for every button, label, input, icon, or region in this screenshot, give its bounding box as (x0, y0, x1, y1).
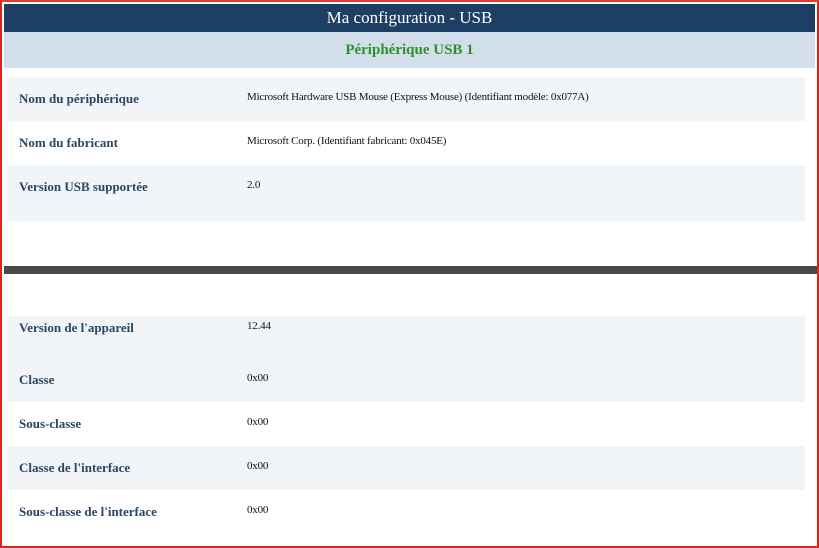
section-title: Périphérique USB 1 (345, 41, 474, 58)
row-label: Version de l'appareil (19, 320, 134, 335)
row-value: 12.44 (247, 320, 271, 332)
row-label: Nom du périphérique (19, 91, 139, 106)
row-value: 0x00 (247, 416, 269, 428)
table-row: Sous-classe 0x00 (8, 402, 805, 446)
row-label: Sous-classe (19, 416, 82, 431)
screenshot-frame: Ma configuration - USB Périphérique USB … (0, 0, 819, 548)
table-row: Version de l'appareil 12.44 (8, 316, 805, 358)
row-label: Sous-classe de l'interface (19, 504, 157, 519)
table-row: Classe 0x00 (8, 358, 805, 402)
table-row-spacer (8, 209, 805, 221)
table-row: Version USB supportée 2.0 (8, 165, 805, 209)
section-header: Périphérique USB 1 (4, 32, 815, 68)
table-row: Sous-classe de l'interface 0x00 (8, 490, 805, 534)
row-label: Classe (19, 372, 55, 387)
properties-table-top: Nom du périphérique Microsoft Hardware U… (8, 77, 805, 221)
row-value: 0x00 (247, 460, 269, 472)
window-title-bar: Ma configuration - USB (4, 4, 815, 32)
top-accent-line (2, 0, 817, 2)
table-row: Nom du périphérique Microsoft Hardware U… (8, 77, 805, 121)
row-label: Classe de l'interface (19, 460, 131, 475)
row-value: Microsoft Hardware USB Mouse (Express Mo… (247, 91, 589, 103)
row-label: Version USB supportée (19, 179, 148, 194)
row-value: 0x00 (247, 504, 269, 516)
row-value: Microsoft Corp. (Identifiant fabricant: … (247, 135, 447, 147)
properties-table-bottom: Version de l'appareil 12.44 Classe 0x00 … (8, 316, 805, 534)
screenshot-divider (4, 266, 817, 274)
row-label: Nom du fabricant (19, 135, 118, 150)
table-row: Classe de l'interface 0x00 (8, 446, 805, 490)
window-title: Ma configuration - USB (326, 8, 493, 27)
row-value: 0x00 (247, 372, 269, 384)
table-row: Nom du fabricant Microsoft Corp. (Identi… (8, 121, 805, 165)
row-value: 2.0 (247, 179, 261, 191)
